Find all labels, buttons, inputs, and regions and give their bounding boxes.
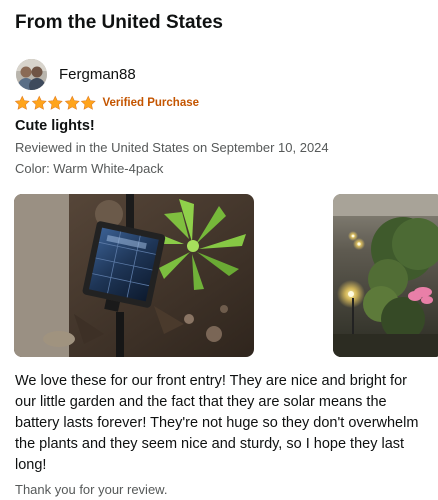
rating-row: Verified Purchase: [14, 95, 199, 111]
verified-purchase-badge: Verified Purchase: [102, 97, 200, 109]
avatar[interactable]: [16, 58, 47, 90]
review-date: Reviewed in the United States on Septemb…: [15, 140, 329, 155]
star-rating: [14, 95, 97, 111]
review-body: We love these for our front entry! They …: [15, 373, 419, 473]
star-icon: [47, 95, 63, 110]
review-variant: Color: Warm White-4pack: [15, 161, 164, 176]
review-title: Cute lights!: [15, 118, 95, 134]
thank-you-message: Thank you for your review.: [15, 482, 168, 497]
star-icon: [14, 95, 30, 110]
star-icon: [31, 95, 47, 110]
review-photo-1[interactable]: [14, 194, 254, 357]
section-title: From the United States: [15, 12, 223, 33]
star-icon: [80, 95, 96, 110]
review-photo-2[interactable]: [333, 194, 438, 357]
review-page: From the United States Fergman88 Verifie…: [0, 0, 438, 500]
star-icon: [64, 95, 80, 110]
reviewer: Fergman88: [16, 58, 136, 90]
reviewer-name[interactable]: Fergman88: [59, 66, 136, 83]
